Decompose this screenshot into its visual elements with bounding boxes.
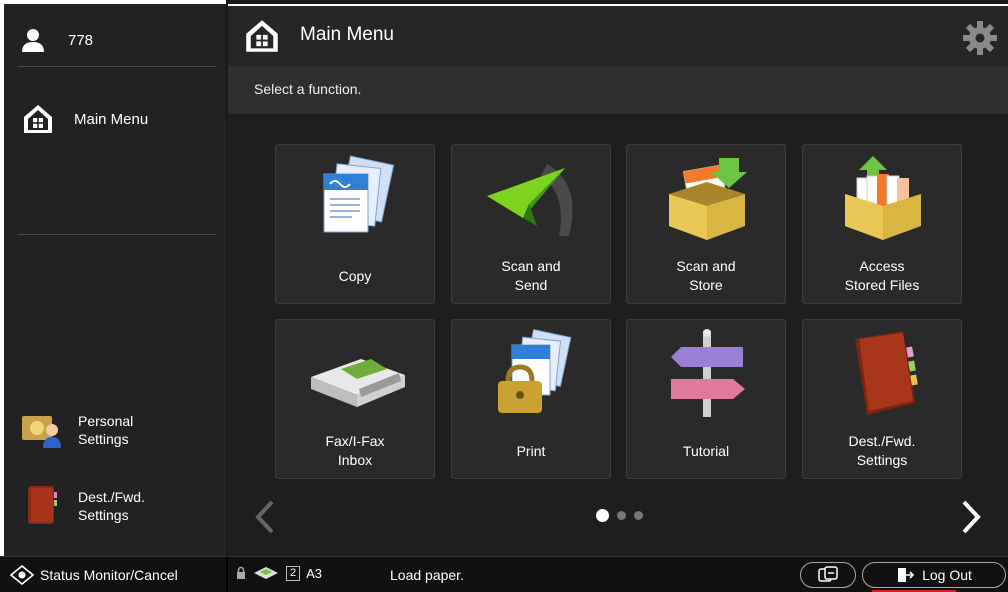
log-out-button[interactable]: Log Out bbox=[862, 562, 1006, 588]
page-title: Main Menu bbox=[300, 24, 394, 45]
paper-size: A3 bbox=[306, 565, 323, 581]
tile-dest-fwd-settings-label: Dest./Fwd. Settings bbox=[848, 433, 916, 468]
scan-send-icon bbox=[452, 149, 612, 249]
log-out-label: Log Out bbox=[922, 567, 972, 583]
tutorial-icon bbox=[627, 324, 787, 424]
tile-scan-and-send[interactable]: Scan and Send bbox=[451, 144, 611, 304]
status-monitor-label: Status Monitor/Cancel bbox=[40, 567, 178, 583]
lock-icon bbox=[237, 566, 245, 579]
scan-store-icon bbox=[627, 149, 787, 249]
dest-fwd-icon bbox=[803, 324, 963, 424]
page-dot-2 bbox=[617, 511, 626, 520]
sidebar-dest-fwd-button[interactable]: Dest./Fwd. Settings bbox=[20, 478, 220, 534]
tile-print[interactable]: Print bbox=[451, 319, 611, 479]
tile-copy[interactable]: Copy bbox=[275, 144, 435, 304]
tile-scan-and-send-label: Scan and Send bbox=[501, 258, 561, 293]
page-indicator bbox=[596, 509, 643, 522]
interrupt-icon bbox=[818, 566, 838, 582]
sidebar-dest-fwd-label: Dest./Fwd. Settings bbox=[78, 489, 145, 523]
tile-dest-fwd-settings[interactable]: Dest./Fwd. Settings bbox=[802, 319, 962, 479]
tile-access-stored-files-label: Access Stored Files bbox=[844, 258, 920, 293]
stored-files-icon bbox=[803, 149, 963, 249]
logout-icon bbox=[898, 568, 915, 582]
divider bbox=[226, 557, 228, 592]
address-book-icon bbox=[28, 486, 57, 524]
fax-inbox-icon bbox=[276, 324, 436, 424]
page-dot-3 bbox=[634, 511, 643, 520]
copy-icon bbox=[276, 149, 436, 249]
tile-tutorial-label: Tutorial bbox=[682, 442, 730, 459]
gear-icon[interactable] bbox=[962, 20, 998, 56]
status-monitor-button[interactable]: Status Monitor/Cancel bbox=[4, 559, 226, 591]
tile-scan-and-store[interactable]: Scan and Store bbox=[626, 144, 786, 304]
tile-fax-inbox[interactable]: Fax/I-Fax Inbox bbox=[275, 319, 435, 479]
tile-scan-and-store-label: Scan and Store bbox=[676, 258, 736, 293]
print-icon bbox=[452, 324, 612, 424]
divider bbox=[18, 66, 216, 67]
tile-print-label: Print bbox=[516, 442, 546, 459]
tile-access-stored-files[interactable]: Access Stored Files bbox=[802, 144, 962, 304]
personal-settings-label: Personal Settings bbox=[78, 413, 134, 447]
page-dot-1 bbox=[596, 509, 609, 522]
copy-interrupt-button[interactable] bbox=[800, 562, 856, 588]
prev-page-icon[interactable] bbox=[252, 498, 276, 536]
tile-tutorial[interactable]: Tutorial bbox=[626, 319, 786, 479]
tray-number: 2 bbox=[286, 565, 301, 581]
header-bar: Main Menu bbox=[228, 4, 1008, 66]
home-icon bbox=[24, 105, 52, 133]
status-bar: Status Monitor/Cancel 2 A3 Load paper. L… bbox=[0, 556, 1008, 592]
paper-tray-status: 2 A3 bbox=[236, 565, 322, 581]
personal-settings-icon bbox=[22, 416, 61, 448]
user-id: 778 bbox=[68, 31, 94, 49]
tile-fax-inbox-label: Fax/I-Fax Inbox bbox=[325, 433, 385, 468]
instruction-bar: Select a function. bbox=[228, 66, 1008, 114]
divider bbox=[18, 234, 216, 235]
personal-settings-button[interactable]: Personal Settings bbox=[20, 402, 220, 458]
status-monitor-icon bbox=[10, 565, 34, 585]
left-panel: 778 Main Menu Personal Settings Dest./Fw… bbox=[0, 0, 226, 556]
paper-stack-icon bbox=[254, 567, 278, 579]
tile-copy-label: Copy bbox=[338, 267, 372, 284]
status-message: Load paper. bbox=[390, 567, 464, 583]
home-icon bbox=[246, 20, 278, 52]
user-icon bbox=[22, 29, 44, 52]
next-page-icon[interactable] bbox=[960, 498, 984, 536]
sidebar-main-menu-button[interactable]: Main Menu bbox=[22, 96, 222, 142]
function-grid: Copy Scan and Send Scan and Store Access… bbox=[228, 114, 1008, 556]
instruction-text: Select a function. bbox=[254, 81, 362, 97]
sidebar-main-menu-label: Main Menu bbox=[74, 110, 149, 128]
user-info: 778 bbox=[20, 20, 220, 60]
